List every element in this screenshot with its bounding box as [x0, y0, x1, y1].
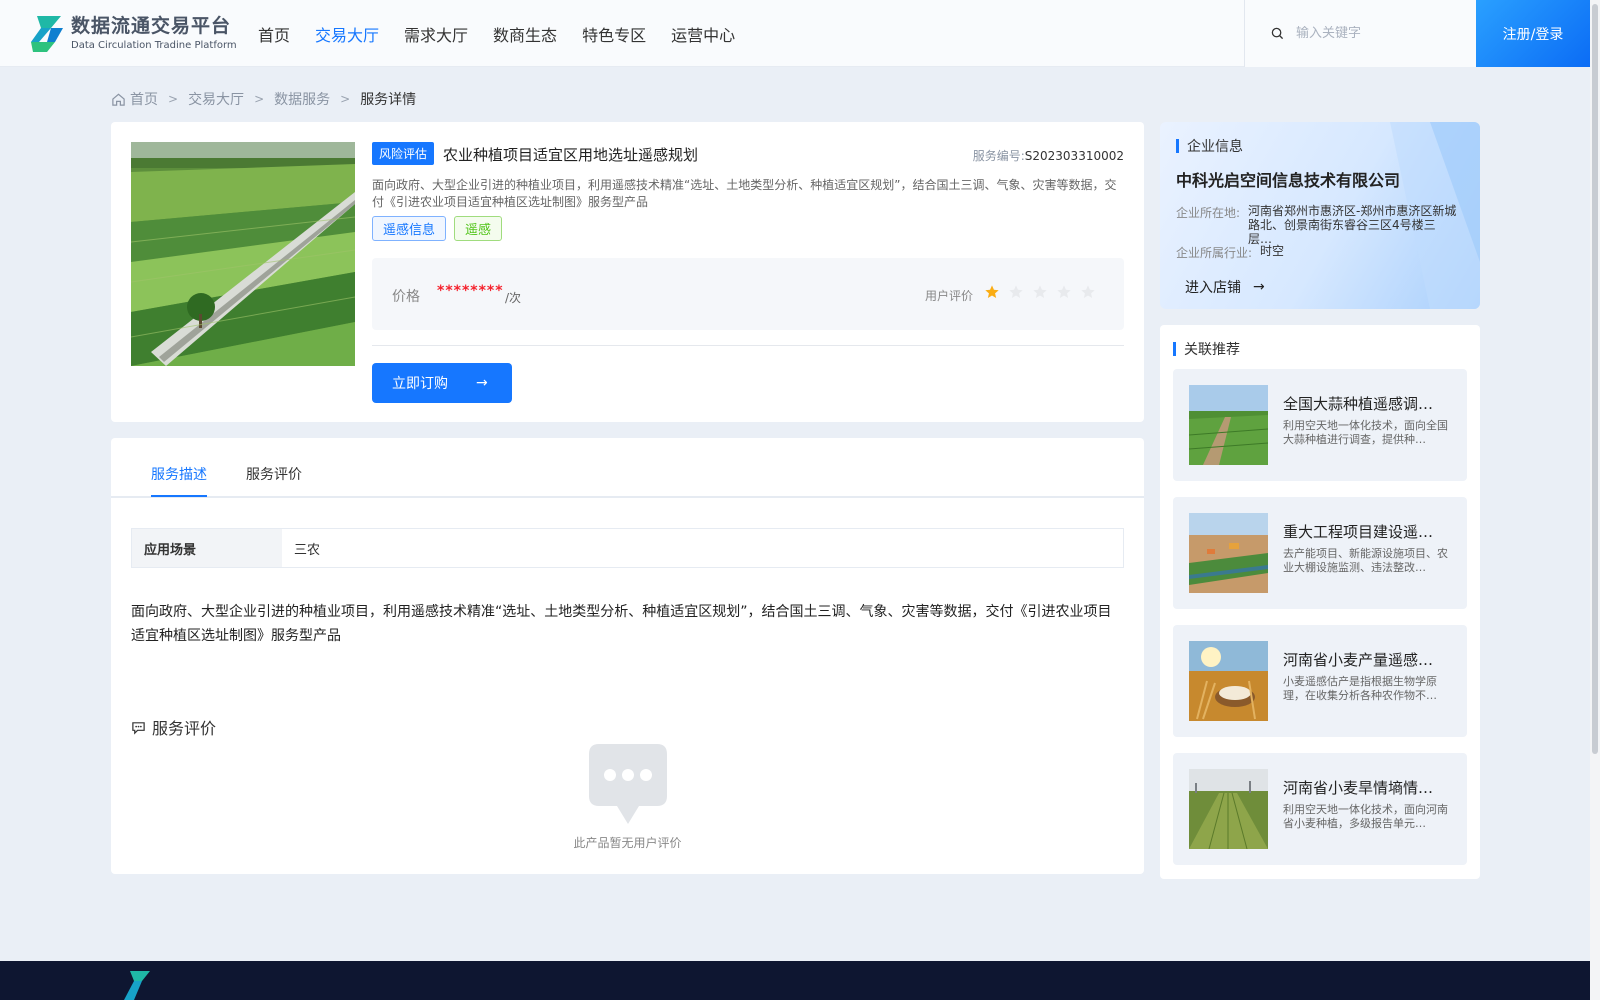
- tab-service-description[interactable]: 服务描述: [151, 464, 207, 484]
- recommendation-desc: 利用空天地一体化技术，面向河南省小麦种植，多级报告单元…: [1283, 803, 1448, 830]
- product-tags: 遥感信息 遥感: [372, 216, 510, 241]
- logo-title: 数据流通交易平台: [71, 15, 232, 37]
- home-icon[interactable]: [111, 92, 126, 107]
- company-section-title: 企业信息: [1176, 136, 1243, 156]
- price-box: 价格 ******** /次 用户评价: [372, 258, 1124, 330]
- star-empty-icon[interactable]: [1032, 284, 1048, 300]
- nav-operation-center[interactable]: 运营中心: [671, 22, 735, 46]
- nav-ecosystem[interactable]: 数商生态: [493, 22, 557, 46]
- login-register-button[interactable]: 注册/登录: [1476, 0, 1590, 67]
- service-number-value: S202303310002: [1024, 149, 1124, 163]
- company-location-row: 企业所在地: 河南省郑州市惠济区-郑州市惠济区新城路北、创景南街东睿谷三区4号楼…: [1176, 204, 1458, 246]
- company-name: 中科光启空间信息技术有限公司: [1176, 171, 1401, 190]
- review-section-title: 服务评价: [131, 715, 216, 739]
- star-filled-icon[interactable]: [984, 284, 1000, 300]
- logo-subtitle: Data Circulation Tradine Platform: [71, 40, 237, 51]
- tab-service-reviews[interactable]: 服务评价: [246, 464, 302, 484]
- product-image: [131, 142, 355, 366]
- application-scene-row: 应用场景 三农: [131, 528, 1124, 568]
- tag-remote-sensing[interactable]: 遥感: [454, 216, 503, 241]
- product-card: 风险评估 农业种植项目适宜区用地选址遥感规划 服务编号:S20230331000…: [111, 122, 1144, 422]
- recommendation-item[interactable]: 全国大蒜种植遥感调… 利用空天地一体化技术，面向全国大蒜种植进行调查，提供种…: [1173, 369, 1467, 481]
- platform-logo[interactable]: 数据流通交易平台 Data Circulation Tradine Platfo…: [29, 14, 237, 54]
- search-icon[interactable]: [1271, 27, 1284, 40]
- breadcrumb-trading-hall[interactable]: 交易大厅: [188, 89, 244, 109]
- empty-review-text: 此产品暂无用户评价: [573, 836, 682, 850]
- company-location-label: 企业所在地:: [1176, 206, 1241, 220]
- recommendation-item[interactable]: 河南省小麦旱情墒情… 利用空天地一体化技术，面向河南省小麦种植，多级报告单元…: [1173, 753, 1467, 865]
- nav-trading-hall[interactable]: 交易大厅: [315, 22, 379, 46]
- breadcrumb-home[interactable]: 首页: [130, 89, 158, 109]
- rating-label: 用户评价: [925, 289, 974, 303]
- recommendation-thumbnail: [1189, 641, 1268, 721]
- recommendation-thumbnail: [1189, 385, 1268, 465]
- recommendation-desc: 小麦遥感估产是指根据生物学原理，在收集分析各种农作物不…: [1283, 675, 1437, 702]
- recommendation-item[interactable]: 河南省小麦产量遥感… 小麦遥感估产是指根据生物学原理，在收集分析各种农作物不…: [1173, 625, 1467, 737]
- breadcrumb: 首页 > 交易大厅 > 数据服务 > 服务详情: [111, 89, 416, 109]
- breadcrumb-current: 服务详情: [360, 92, 417, 108]
- detail-tabs: 服务描述 服务评价: [111, 438, 1144, 498]
- chevron-right-icon: >: [168, 92, 179, 106]
- logo-mark-icon: [31, 16, 63, 52]
- nav-featured-zone[interactable]: 特色专区: [582, 22, 646, 46]
- search-input[interactable]: [1296, 26, 1466, 41]
- price-label: 价格: [392, 289, 420, 305]
- related-recommendations: 关联推荐 全国大蒜种植遥感调… 利用空天地一体化技术，面向全国大蒜种植进行调查，…: [1160, 325, 1480, 879]
- scrollbar-thumb[interactable]: [1592, 4, 1598, 754]
- star-empty-icon[interactable]: [1008, 284, 1024, 300]
- star-empty-icon[interactable]: [1080, 284, 1096, 300]
- recommendation-thumbnail: [1189, 513, 1268, 593]
- full-description: 面向政府、大型企业引进的种植业项目，利用遥感技术精准“选址、土地类型分析、种植适…: [131, 604, 1112, 644]
- recommendation-title: 重大工程项目建设遥…: [1283, 523, 1434, 541]
- recommendation-desc: 利用空天地一体化技术，面向全国大蒜种植进行调查，提供种…: [1283, 419, 1448, 446]
- related-section-title: 关联推荐: [1173, 339, 1240, 359]
- breadcrumb-data-service[interactable]: 数据服务: [274, 89, 330, 109]
- recommendation-title: 河南省小麦产量遥感…: [1283, 651, 1434, 669]
- tag-remote-sensing-info[interactable]: 遥感信息: [372, 216, 447, 241]
- enter-shop-link[interactable]: 进入店铺 →: [1185, 277, 1265, 297]
- product-title: 农业种植项目适宜区用地选址遥感规划: [443, 146, 699, 164]
- arrow-right-icon: →: [476, 375, 488, 391]
- recommendation-title: 河南省小麦旱情墒情…: [1283, 779, 1434, 797]
- search-box: [1244, 0, 1476, 67]
- company-industry-row: 企业所属行业: 时空: [1176, 244, 1470, 261]
- empty-comment-icon: [589, 744, 667, 824]
- recommendation-desc: 去产能项目、新能源设施项目、农业大棚设施监测、违法整改…: [1283, 547, 1448, 574]
- chevron-right-icon: >: [340, 92, 351, 106]
- recommendation-item[interactable]: 重大工程项目建设遥… 去产能项目、新能源设施项目、农业大棚设施监测、违法整改…: [1173, 497, 1467, 609]
- company-industry-label: 企业所属行业:: [1176, 246, 1253, 260]
- main-nav: 首页 交易大厅 需求大厅 数商生态 特色专区 运营中心: [258, 0, 760, 67]
- recommendation-thumbnail: [1189, 769, 1268, 849]
- company-industry: 时空: [1260, 244, 1285, 258]
- star-empty-icon[interactable]: [1056, 284, 1072, 300]
- chevron-right-icon: >: [254, 92, 265, 106]
- comment-icon: [132, 721, 145, 735]
- scene-label: 应用场景: [132, 529, 282, 567]
- company-info-card: 企业信息 中科光启空间信息技术有限公司 企业所在地: 河南省郑州市惠济区-郑州市…: [1160, 122, 1480, 309]
- buy-now-label: 立即订购: [392, 376, 448, 392]
- buy-now-button[interactable]: 立即订购 →: [372, 363, 512, 403]
- nav-home[interactable]: 首页: [258, 22, 290, 46]
- company-location: 河南省郑州市惠济区-郑州市惠济区新城路北、创景南街东睿谷三区4号楼三层…: [1248, 204, 1457, 246]
- scene-value: 三农: [294, 542, 321, 558]
- description-card: 服务描述 服务评价 应用场景 三农 面向政府、大型企业引进的种植业项目，利用遥感…: [111, 438, 1144, 874]
- page-footer: [0, 961, 1590, 1000]
- recommendation-title: 全国大蒜种植遥感调…: [1283, 395, 1434, 413]
- nav-demand-hall[interactable]: 需求大厅: [404, 22, 468, 46]
- price-value: ********: [437, 283, 504, 299]
- footer-logo-icon: [124, 971, 150, 1000]
- rating-stars: [984, 284, 1104, 300]
- tab-active-indicator: [151, 495, 207, 497]
- product-description: 面向政府、大型企业引进的种植业项目，利用遥感技术精准“选址、土地类型分析、种植适…: [372, 178, 1117, 209]
- arrow-right-icon: →: [1253, 279, 1265, 295]
- category-tag: 风险评估: [372, 142, 435, 165]
- top-header: 数据流通交易平台 Data Circulation Tradine Platfo…: [0, 0, 1590, 67]
- page-scrollbar[interactable]: [1590, 0, 1600, 1000]
- price-unit: /次: [505, 291, 522, 305]
- service-number: 服务编号:S202303310002: [972, 149, 1124, 163]
- divider: [372, 345, 1124, 346]
